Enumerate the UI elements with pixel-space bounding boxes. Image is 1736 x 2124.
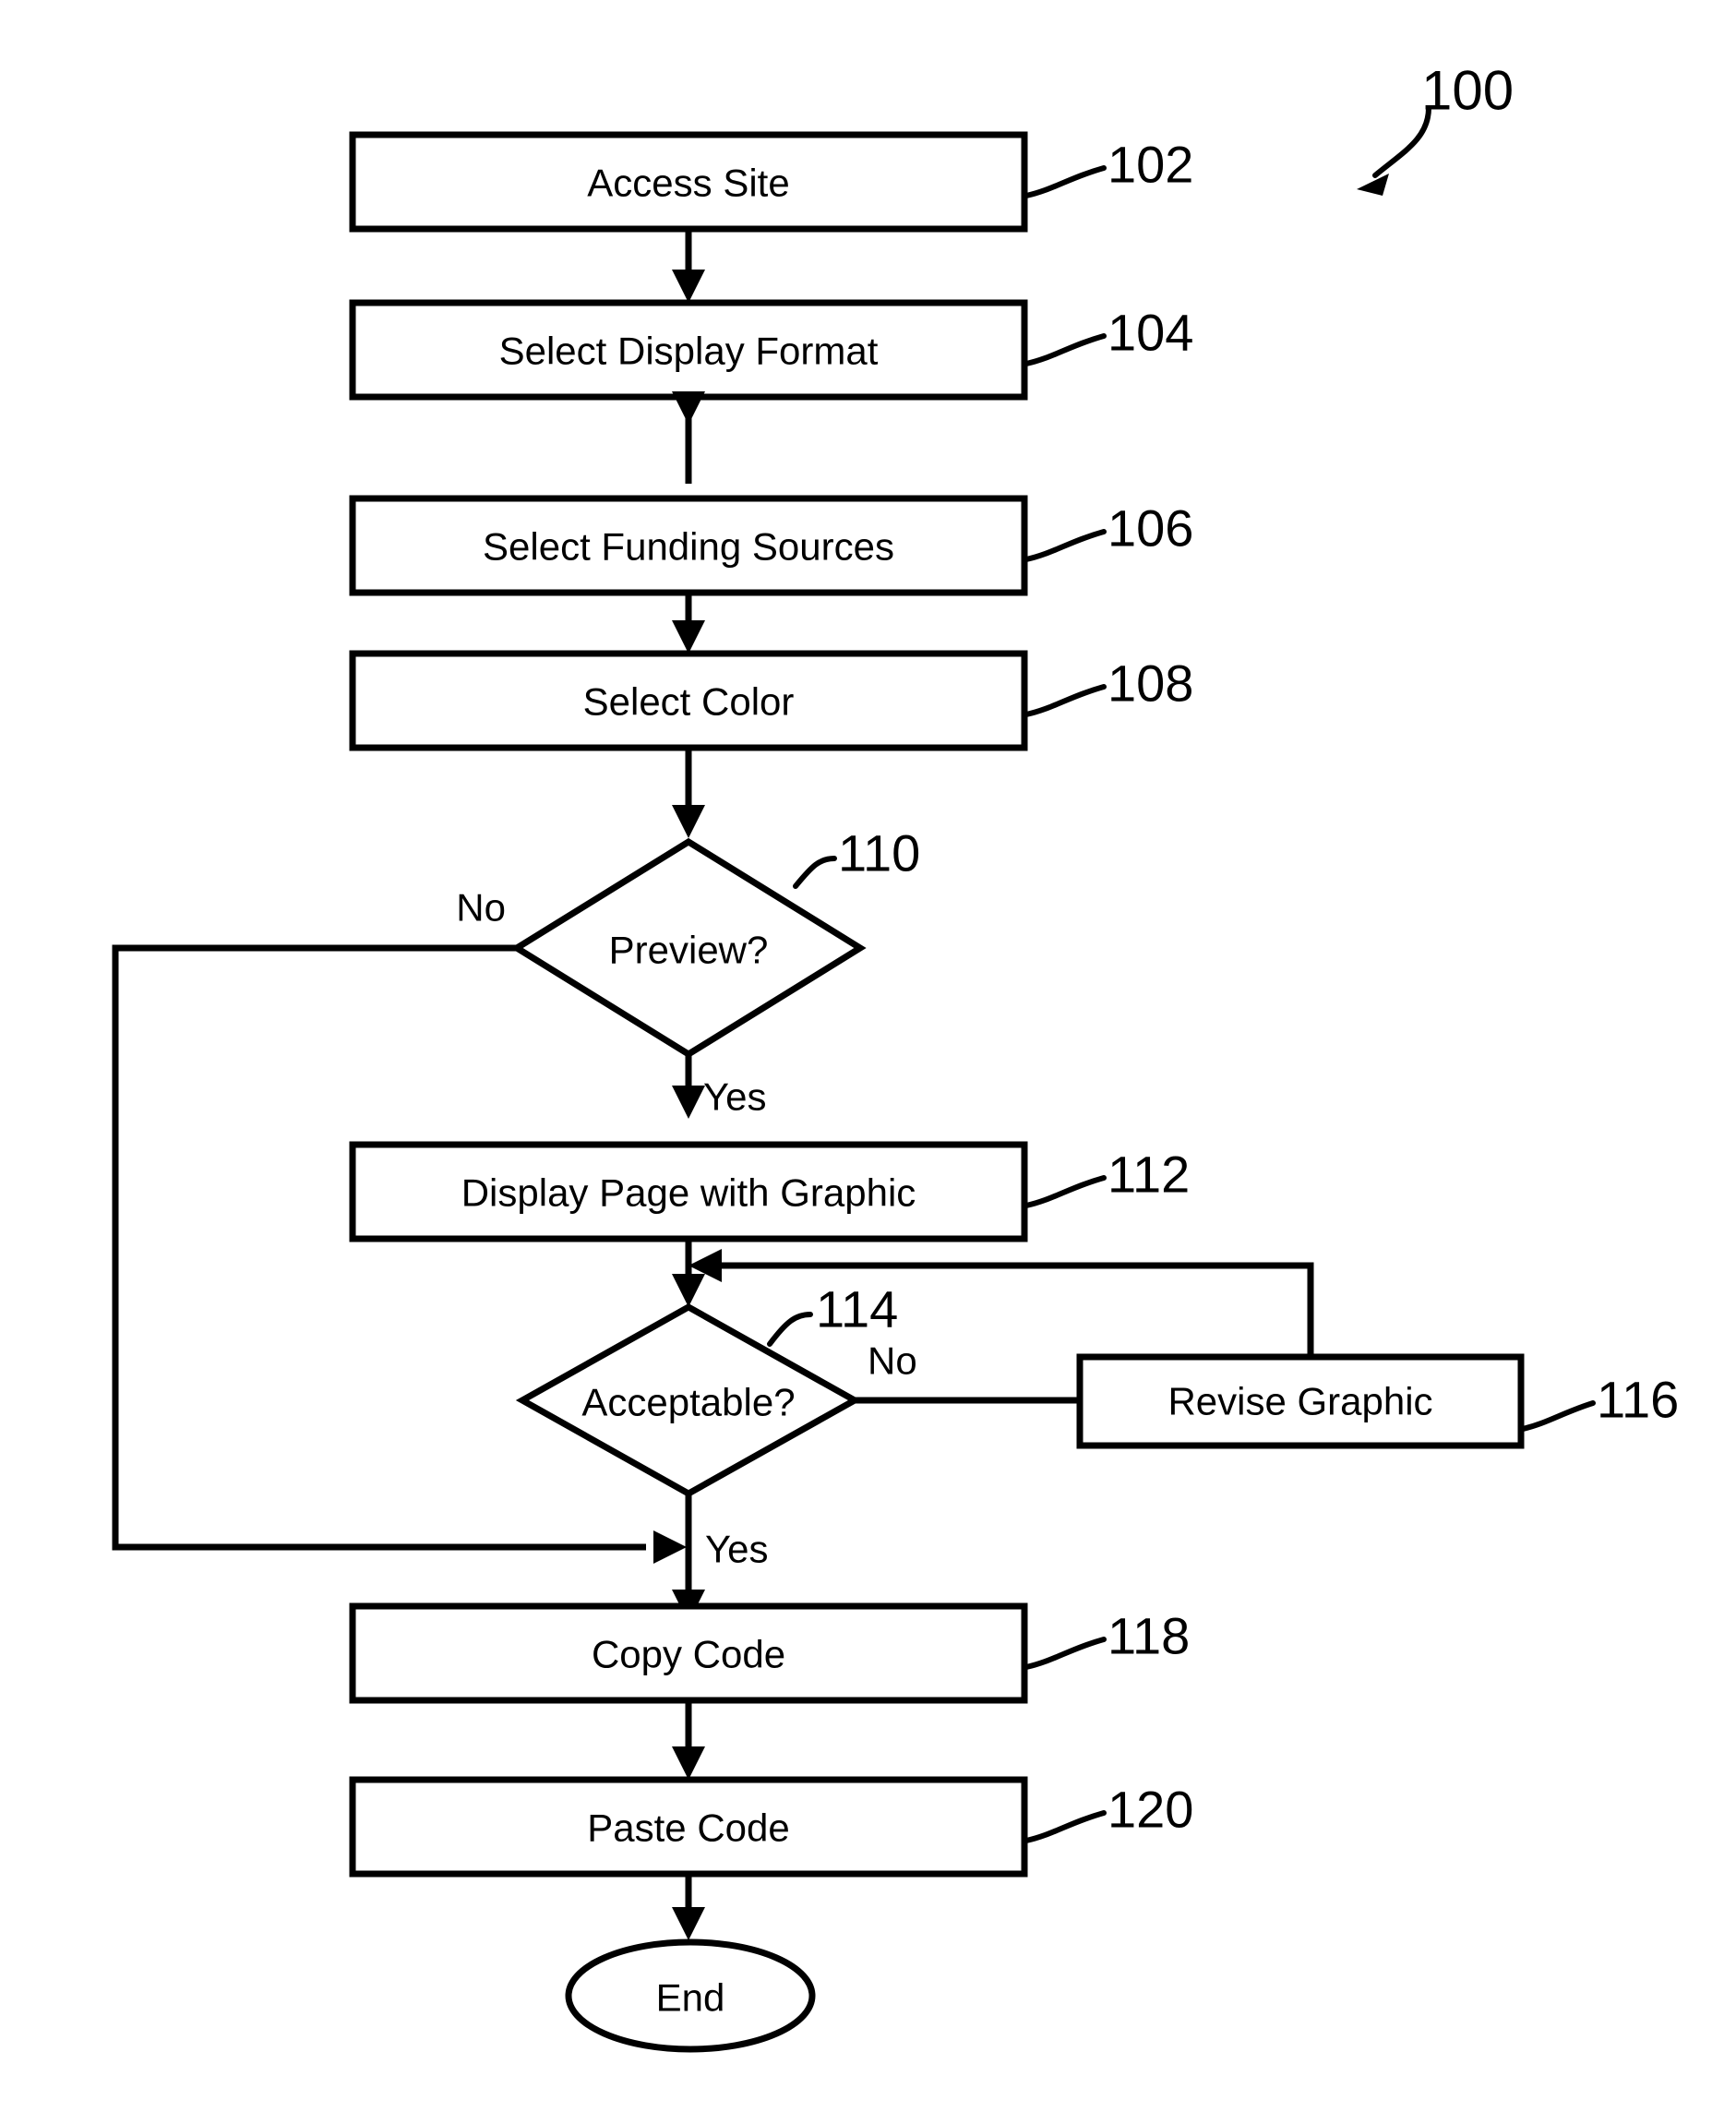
node-acceptable-decision[interactable]: Acceptable? — [515, 1302, 862, 1498]
edge-112-114 — [672, 1239, 705, 1307]
edge-102-104-arrowhead — [672, 270, 705, 303]
select-display-format-label: Select Display Format — [499, 330, 879, 373]
ref-118-group: 118 — [1024, 1607, 1190, 1670]
preview-decision-label: Preview? — [609, 929, 769, 972]
ref-112-label: 112 — [1107, 1146, 1190, 1204]
edge-120-end-arrowhead — [672, 1907, 705, 1940]
edge-108-110-arrowhead — [672, 805, 705, 838]
revise-graphic-label: Revise Graphic — [1167, 1380, 1432, 1423]
preview-no-arrowhead — [653, 1530, 687, 1564]
ref-120-group: 120 — [1024, 1781, 1193, 1843]
node-copy-code[interactable]: Copy Code — [349, 1602, 1028, 1704]
ref-112-leader-line — [1024, 1175, 1107, 1208]
ref-116-label: 116 — [1597, 1371, 1679, 1429]
select-color-label: Select Color — [583, 680, 795, 724]
ref-102-label: 102 — [1107, 136, 1193, 194]
edge-118-120 — [672, 1700, 705, 1780]
edge-118-120-arrowhead — [672, 1746, 705, 1780]
end-label: End — [656, 1976, 725, 2020]
ref-102-group: 102 — [1024, 136, 1193, 198]
ref-106-label: 106 — [1107, 499, 1193, 558]
node-select-display-format[interactable]: Select Display Format — [349, 299, 1028, 401]
copy-code-label: Copy Code — [592, 1633, 785, 1676]
ref-106-leader-line — [1024, 529, 1107, 562]
node-display-page[interactable]: Display Page with Graphic — [349, 1141, 1028, 1242]
ref-114-leader-line — [767, 1312, 813, 1347]
edge-120-end — [672, 1874, 705, 1940]
select-funding-sources-label: Select Funding Sources — [483, 525, 894, 569]
edge-revise-feedback — [688, 1249, 1314, 1357]
edge-108-110 — [672, 748, 705, 838]
node-access-site[interactable]: Access Site — [349, 131, 1028, 233]
access-site-label: Access Site — [587, 162, 789, 205]
ref-108-group: 108 — [1024, 654, 1193, 717]
node-select-color[interactable]: Select Color — [349, 650, 1028, 751]
ref-102-leader-line — [1024, 165, 1107, 198]
ref-112-group: 112 — [1024, 1146, 1190, 1208]
ref-104-group: 104 — [1024, 304, 1193, 366]
edge-102-104 — [672, 229, 705, 303]
node-revise-graphic[interactable]: Revise Graphic — [1076, 1353, 1525, 1449]
preview-no-route — [112, 944, 646, 1551]
edge-106-108-arrowhead — [672, 620, 705, 654]
edge-112-114-arrowhead — [672, 1274, 705, 1307]
ref-106-group: 106 — [1024, 499, 1193, 562]
figure-number-group: 100 — [1357, 60, 1514, 196]
ref-120-label: 120 — [1107, 1781, 1193, 1839]
ref-104-label: 104 — [1107, 304, 1193, 362]
ref-118-label: 118 — [1107, 1607, 1190, 1665]
flowchart-diagram: 100 Access Site 102 Select Display Forma… — [0, 0, 1736, 2124]
preview-yes-label: Yes — [703, 1075, 767, 1119]
revise-feedback-route — [709, 1262, 1314, 1357]
acceptable-decision-label: Acceptable? — [581, 1381, 795, 1424]
edge-106-108 — [672, 593, 705, 654]
ref-110-leader-line — [793, 856, 837, 889]
ref-108-label: 108 — [1107, 654, 1193, 713]
flowchart-canvas: 100 Access Site 102 Select Display Forma… — [112, 60, 1679, 2053]
ref-118-leader-line — [1024, 1637, 1107, 1670]
node-paste-code[interactable]: Paste Code — [349, 1776, 1028, 1878]
ref-110-group: 110 — [793, 824, 920, 889]
ref-116-leader-line — [1520, 1400, 1596, 1432]
node-end[interactable]: End — [565, 1938, 816, 2053]
node-select-funding-sources[interactable]: Select Funding Sources — [349, 495, 1028, 596]
display-page-label: Display Page with Graphic — [461, 1171, 916, 1215]
ref-114-group: 114 — [767, 1280, 898, 1347]
ref-114-label: 114 — [816, 1280, 898, 1338]
ref-104-leader-line — [1024, 333, 1107, 366]
figure-number-label: 100 — [1421, 60, 1514, 122]
acceptable-yes-label: Yes — [705, 1528, 769, 1571]
acceptable-no-label: No — [868, 1339, 917, 1383]
paste-code-label: Paste Code — [587, 1806, 789, 1850]
preview-yes-arrowhead — [672, 1086, 705, 1119]
ref-120-leader-line — [1024, 1810, 1107, 1843]
edge-preview-yes-path — [672, 1054, 705, 1119]
edge-preview-no-path — [112, 944, 687, 1564]
ref-110-label: 110 — [838, 824, 920, 882]
preview-no-label: No — [456, 886, 506, 930]
ref-116-group: 116 — [1520, 1371, 1679, 1432]
ref-108-leader-line — [1024, 684, 1107, 717]
